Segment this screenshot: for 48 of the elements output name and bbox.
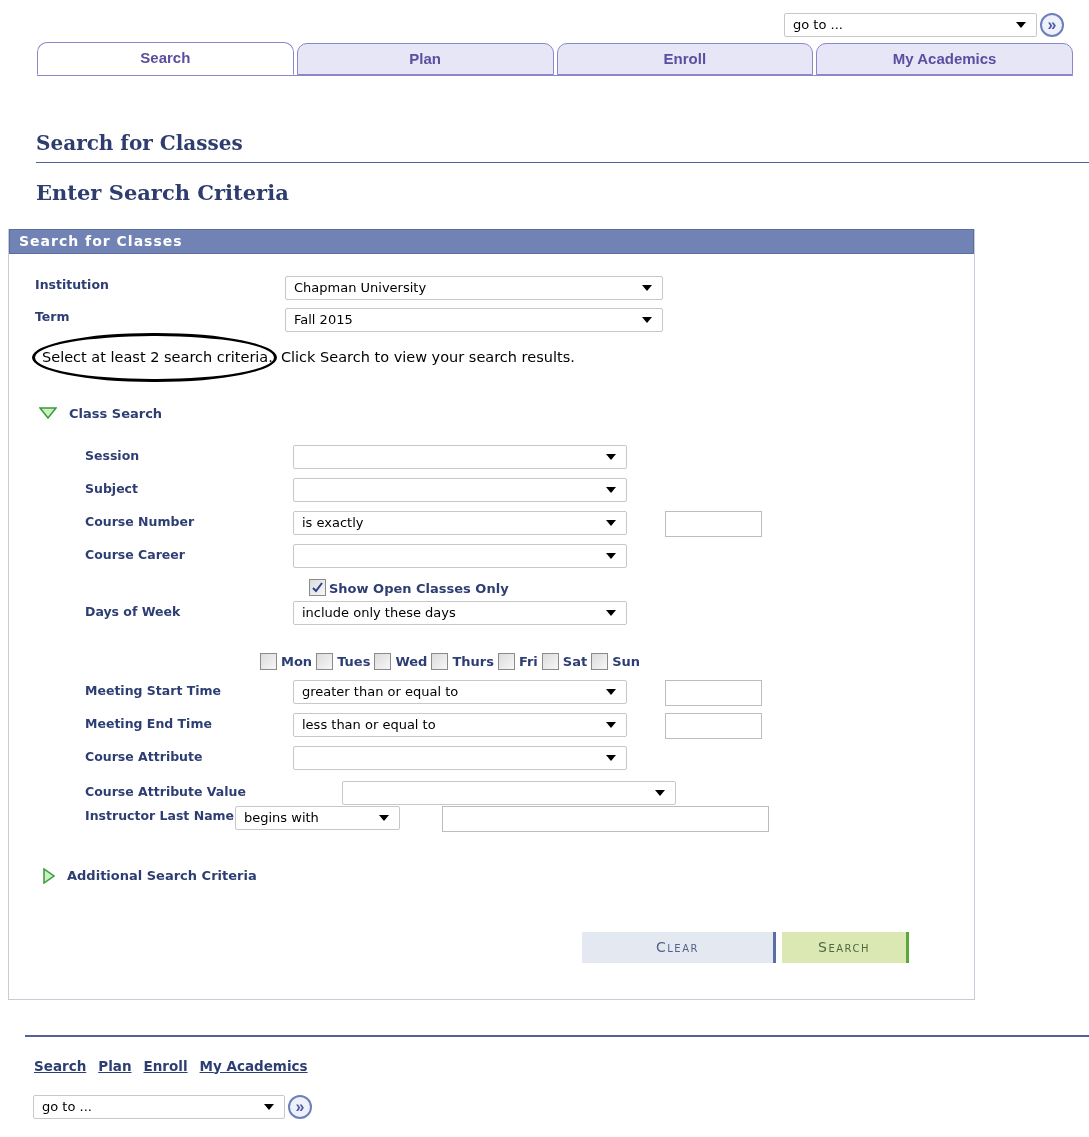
dropdown[interactable]: greater than or equal to (293, 680, 627, 704)
field-label: Course Attribute Value (85, 783, 247, 801)
clear-button[interactable]: Clear (582, 931, 776, 963)
checkbox-label: Fri (518, 653, 538, 671)
field-label: Meeting Start Time (85, 682, 223, 700)
field-label: Course Career (85, 546, 186, 564)
field-label: Meeting End Time (85, 715, 213, 733)
field-label: Course Attribute (85, 748, 204, 766)
footer-link[interactable]: Plan (98, 1055, 132, 1076)
footer-link[interactable]: Search (34, 1055, 87, 1076)
checkbox-label: Sat (562, 653, 588, 671)
dropdown[interactable]: Chapman University (285, 275, 663, 300)
checkbox-label: Sun (612, 653, 641, 671)
field-label: Instructor Last Name (85, 807, 235, 825)
page-title: Search for Classes (36, 128, 1089, 163)
search-button[interactable]: Search (782, 931, 909, 963)
goto-dropdown[interactable]: go to ... (33, 1094, 285, 1119)
panel-header: Search for Classes (9, 228, 974, 254)
tab[interactable]: Plan (296, 43, 554, 75)
field-label: Days of Week (85, 603, 182, 621)
go-button[interactable]: » (288, 1094, 312, 1119)
dropdown[interactable]: include only these days (293, 601, 627, 625)
checkbox-label: Wed (395, 653, 428, 671)
dropdown[interactable]: begins with (235, 806, 400, 830)
go-button[interactable]: » (1040, 13, 1064, 37)
section-heading: Enter Search Criteria (36, 179, 290, 207)
goto-dropdown[interactable]: go to ... (784, 13, 1037, 37)
checkbox-label: Mon (281, 653, 313, 671)
section-toggle[interactable]: Additional Search Criteria (67, 866, 257, 886)
footer-link[interactable]: Enroll (143, 1055, 188, 1076)
footer-link[interactable]: My Academics (199, 1055, 308, 1076)
checkbox-label: Show Open Classes Only (329, 580, 509, 598)
section-toggle[interactable]: Class Search (69, 403, 163, 423)
field-label: Course Number (85, 513, 196, 531)
dropdown[interactable]: Fall 2015 (285, 307, 663, 332)
checkbox-label: Thurs (452, 653, 494, 671)
dropdown[interactable]: is exactly (293, 511, 627, 535)
tab[interactable]: My Academics (816, 43, 1073, 75)
tab[interactable]: Enroll (556, 43, 814, 75)
field-label: Term (35, 307, 71, 326)
dropdown[interactable]: less than or equal to (293, 713, 627, 737)
field-label: Subject (85, 480, 139, 498)
tab[interactable]: Search (37, 42, 294, 75)
instruction-text: Click Search to view your search results. (280, 347, 575, 367)
field-label: Session (85, 447, 141, 465)
field-label: Institution (35, 275, 110, 294)
checkbox-label: Tues (337, 653, 371, 671)
instruction-text: Select at least 2 search criteria. (42, 346, 273, 369)
